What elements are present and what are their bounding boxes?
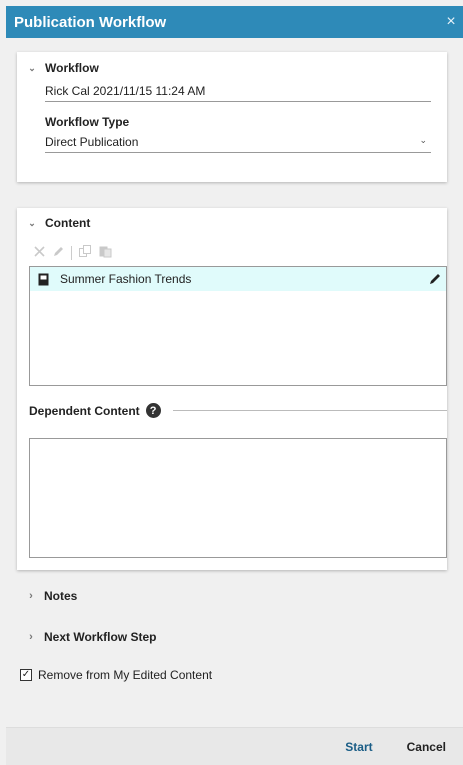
dependent-content-header: Dependent Content ? (29, 403, 447, 418)
content-toolbar (33, 244, 112, 261)
chevron-right-icon: › (29, 631, 33, 643)
notes-section-toggle[interactable]: › Notes (22, 589, 77, 603)
start-button[interactable]: Start (328, 740, 389, 754)
chevron-down-icon: ⌄ (28, 217, 36, 228)
workflow-section-toggle[interactable]: ⌄ Workflow (23, 61, 99, 75)
content-list[interactable]: Summer Fashion Trends (29, 266, 447, 386)
chevron-down-icon: ⌄ (419, 135, 427, 145)
paste-icon[interactable] (98, 244, 112, 261)
remove-from-edited-option[interactable]: ✓ Remove from My Edited Content (20, 668, 212, 682)
remove-icon[interactable] (33, 245, 46, 261)
chevron-down-icon: ⌄ (28, 62, 36, 73)
divider (172, 410, 447, 411)
cancel-button[interactable]: Cancel (390, 740, 463, 754)
workflow-type-label: Workflow Type (45, 115, 130, 129)
document-icon (38, 273, 50, 286)
workflow-type-value: Direct Publication (45, 135, 139, 149)
workflow-heading: Workflow (45, 61, 99, 75)
chevron-right-icon: › (29, 590, 33, 602)
next-workflow-step-toggle[interactable]: › Next Workflow Step (22, 630, 156, 644)
content-section-toggle[interactable]: ⌄ Content (23, 216, 90, 230)
content-card: ⌄ Content Summer Fashion Trends Dependen… (17, 208, 447, 570)
remove-from-edited-checkbox[interactable]: ✓ (20, 669, 32, 681)
dialog-titlebar: Publication Workflow × (6, 6, 463, 38)
help-icon[interactable]: ? (145, 403, 161, 418)
dialog-body: ⌄ Workflow Rick Cal 2021/11/15 11:24 AM … (6, 38, 463, 727)
pencil-icon[interactable] (424, 272, 446, 286)
content-item-label: Summer Fashion Trends (60, 272, 192, 286)
dependent-content-heading: Dependent Content (29, 403, 140, 418)
dialog-footer: Start Cancel (6, 727, 463, 765)
workflow-type-select[interactable]: Direct Publication ⌄ (45, 135, 431, 153)
workflow-card: ⌄ Workflow Rick Cal 2021/11/15 11:24 AM … (17, 52, 447, 182)
workflow-name-field[interactable]: Rick Cal 2021/11/15 11:24 AM (45, 84, 431, 102)
notes-heading: Notes (44, 589, 78, 603)
dependent-content-list[interactable] (29, 438, 447, 558)
toolbar-divider (71, 245, 72, 260)
content-heading: Content (45, 216, 91, 230)
close-icon[interactable]: × (439, 13, 463, 31)
edit-icon[interactable] (52, 245, 65, 261)
copy-icon[interactable] (78, 244, 92, 261)
remove-from-edited-label: Remove from My Edited Content (38, 668, 213, 682)
next-workflow-step-heading: Next Workflow Step (44, 630, 157, 644)
dialog-title: Publication Workflow (14, 13, 167, 31)
content-list-item[interactable]: Summer Fashion Trends (30, 267, 446, 291)
